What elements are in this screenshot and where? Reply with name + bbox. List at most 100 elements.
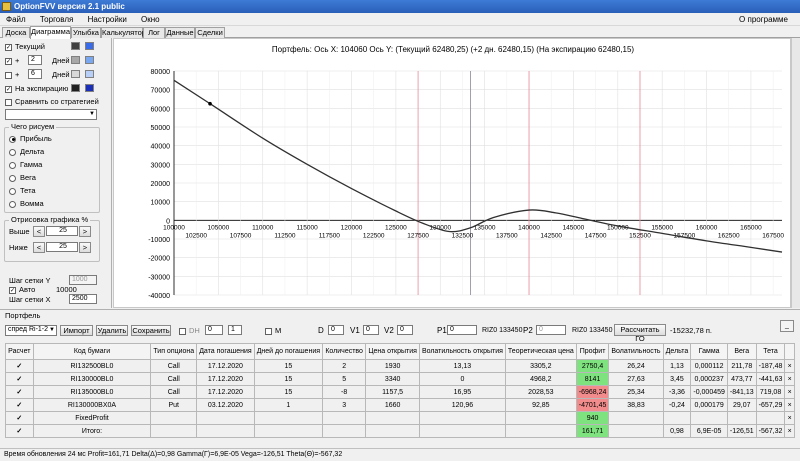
tab-deals[interactable]: Сделки	[195, 27, 225, 38]
remove-row-button[interactable]: ×	[784, 359, 795, 373]
radio-icon[interactable]	[9, 174, 16, 182]
column-header[interactable]: Волатильность	[608, 343, 664, 360]
below-input[interactable]: 25	[46, 242, 78, 252]
import-button[interactable]: Импорт	[60, 325, 93, 336]
table-row[interactable]: ✓ FixedProfit 940 ×	[5, 411, 795, 425]
calc-checkbox[interactable]: ✓	[5, 411, 34, 425]
calc-checkbox[interactable]: ✓	[5, 385, 34, 399]
above-input[interactable]: 25	[46, 226, 78, 236]
column-header[interactable]: Цена открытия	[365, 343, 420, 360]
column-header[interactable]: Тип опциона	[150, 343, 198, 360]
above-increase-button[interactable]: >	[79, 226, 91, 237]
plus1-color-1[interactable]	[71, 56, 80, 64]
column-header[interactable]: Код бумаги	[32, 343, 152, 360]
below-increase-button[interactable]: >	[79, 242, 91, 253]
column-header[interactable]: Дата погашения	[196, 343, 255, 360]
delete-button[interactable]: Удалить	[96, 325, 128, 336]
d-input[interactable]: 0	[328, 325, 344, 335]
spread-select[interactable]: спред Ri-1-2 ▼	[5, 325, 57, 336]
below-decrease-button[interactable]: <	[33, 242, 45, 253]
dh-input[interactable]: 0	[205, 325, 223, 335]
above-decrease-button[interactable]: <	[33, 226, 45, 237]
plus2-days-input[interactable]: 6	[28, 69, 42, 79]
radio-icon[interactable]	[9, 161, 16, 169]
plus2-color-1[interactable]	[71, 70, 80, 78]
column-header[interactable]: Дельта	[662, 343, 692, 360]
v2-input[interactable]: 0	[397, 325, 413, 335]
current-checkbox[interactable]: ✓	[5, 43, 12, 51]
table-row[interactable]: ✓ RI130000BX0A Put 03.12.2020 1 3 1660 120,96 92…	[5, 398, 795, 412]
current-row[interactable]: ✓ Текущий	[5, 41, 45, 52]
tab-data[interactable]: Данные	[165, 27, 195, 38]
remove-row-button[interactable]: ×	[784, 424, 795, 438]
remove-row-button[interactable]: ×	[784, 411, 795, 425]
menu-window[interactable]: Окно	[135, 13, 166, 26]
auto-checkbox[interactable]: ✓	[9, 286, 16, 294]
strategy-select[interactable]: ▼	[5, 109, 97, 120]
current-color-2[interactable]	[85, 42, 94, 50]
plus2-checkbox[interactable]	[5, 71, 12, 79]
p2-input[interactable]: 0	[536, 325, 566, 335]
tab-smile[interactable]: Улыбка	[71, 27, 101, 38]
radio-icon[interactable]	[9, 135, 16, 143]
column-header[interactable]	[784, 343, 795, 360]
m-checkbox[interactable]	[265, 327, 272, 335]
plus1-days-input[interactable]: 2	[28, 55, 42, 65]
menu-settings[interactable]: Настройки	[82, 13, 133, 26]
calc-checkbox[interactable]: ✓	[5, 398, 34, 412]
calc-checkbox[interactable]: ✓	[5, 424, 34, 438]
plus1-color-2[interactable]	[85, 56, 94, 64]
compare-checkbox[interactable]	[5, 98, 12, 106]
remove-row-button[interactable]: ×	[784, 372, 795, 386]
column-header[interactable]: Профит	[575, 343, 610, 360]
expiry-color-2[interactable]	[85, 84, 94, 92]
column-header[interactable]: Тета	[755, 343, 786, 360]
radio-delta[interactable]: Дельта	[9, 146, 44, 157]
column-header[interactable]: Дней до погашения	[253, 343, 324, 360]
current-color-1[interactable]	[71, 42, 80, 50]
radio-icon[interactable]	[9, 187, 16, 195]
tab-log[interactable]: Лог	[143, 27, 165, 38]
radio-gamma[interactable]: Гамма	[9, 159, 42, 170]
calculate-margin-button[interactable]: Рассчитать ГО	[614, 324, 666, 343]
column-header[interactable]: Количество	[322, 343, 367, 360]
radio-vega[interactable]: Вега	[9, 172, 36, 183]
dh-toggle[interactable]: DH	[179, 325, 200, 336]
menu-trade[interactable]: Торговля	[34, 13, 79, 26]
column-header[interactable]: Волатильность открытия	[418, 343, 506, 360]
radio-vomma[interactable]: Вомма	[9, 198, 44, 209]
column-header[interactable]: Вега	[726, 343, 757, 360]
expiry-row[interactable]: ✓ На экспирацию	[5, 83, 68, 94]
step-x-input[interactable]: 2500	[69, 294, 97, 304]
expiry-color-1[interactable]	[71, 84, 80, 92]
expiry-checkbox[interactable]: ✓	[5, 85, 12, 93]
p1-input[interactable]: 0	[447, 325, 477, 335]
dh-spinner[interactable]: 1	[228, 325, 242, 335]
radio-icon[interactable]	[9, 148, 16, 156]
compare-row[interactable]: Сравнить со стратегией	[5, 96, 99, 107]
column-header[interactable]: Гамма	[690, 343, 728, 360]
tab-diagram[interactable]: Диаграмма	[30, 26, 71, 39]
minimize-button[interactable]: _	[780, 320, 794, 332]
tab-board[interactable]: Доска	[2, 27, 30, 38]
tab-calculator[interactable]: Калькулятор	[101, 27, 146, 38]
column-header[interactable]: Теоретическая цена	[504, 343, 577, 360]
column-header[interactable]: Расчет	[5, 343, 34, 360]
dh-checkbox[interactable]	[179, 327, 186, 335]
remove-row-button[interactable]: ×	[784, 385, 795, 399]
table-row[interactable]: ✓ RI130000BL0 Call 17.12.2020 15 5 3340 0 4968,2…	[5, 372, 795, 386]
radio-theta[interactable]: Тета	[9, 185, 36, 196]
radio-profit[interactable]: Прибыль	[9, 133, 52, 144]
menu-about[interactable]: О программе	[733, 13, 794, 26]
vertical-scrollbar[interactable]	[791, 38, 800, 308]
calc-checkbox[interactable]: ✓	[5, 372, 34, 386]
remove-row-button[interactable]: ×	[784, 398, 795, 412]
plus1-checkbox[interactable]: ✓	[5, 57, 12, 65]
menu-file[interactable]: Файл	[0, 13, 32, 26]
m-toggle[interactable]: M	[265, 325, 281, 336]
calc-checkbox[interactable]: ✓	[5, 359, 34, 373]
table-row[interactable]: ✓ Итого: 161,71 0,98 6,9E-05 -126,51 -567,32 ×	[5, 424, 795, 438]
v1-input[interactable]: 0	[363, 325, 379, 335]
save-button[interactable]: Сохранить	[131, 325, 171, 336]
table-row[interactable]: ✓ RI135000BL0 Call 17.12.2020 15 -8 1157,5 16,9…	[5, 385, 795, 399]
